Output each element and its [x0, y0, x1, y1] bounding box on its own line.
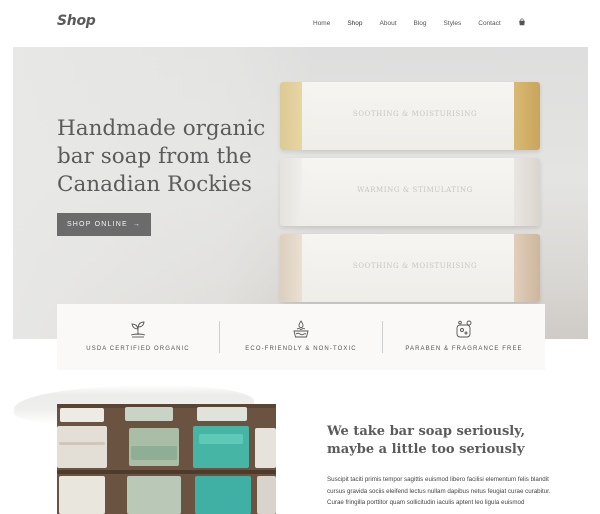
- arrow-right-icon: →: [132, 221, 142, 228]
- feature-label: PARABEN & FRAGRANCE FREE: [405, 346, 523, 352]
- nav-home[interactable]: Home: [313, 20, 330, 27]
- soap-bar: SOOTHING & MOISTURISING: [280, 234, 540, 302]
- soap-stamp: SOOTHING & MOISTURISING: [352, 110, 478, 118]
- soap-bubbles-icon: [456, 320, 472, 338]
- shop-online-button[interactable]: SHOP ONLINE →: [57, 213, 151, 236]
- soap-display-photo: [57, 404, 276, 514]
- hero-banner: SOOTHING & MOISTURISING WARMING & STIMUL…: [13, 47, 588, 339]
- soap-bar: WARMING & STIMULATING: [280, 158, 540, 226]
- nav-contact[interactable]: Contact: [478, 20, 500, 27]
- nav-about[interactable]: About: [380, 20, 397, 27]
- nav-styles[interactable]: Styles: [444, 20, 462, 27]
- feature-label: ECO-FRIENDLY & NON-TOXIC: [245, 346, 357, 352]
- soap-stamp: SOOTHING & MOISTURISING: [352, 262, 478, 270]
- site-header: Shop Home Shop About Blog Styles Contact: [0, 0, 600, 47]
- shop-online-label: SHOP ONLINE: [66, 221, 128, 228]
- shopping-bag-icon[interactable]: [518, 18, 526, 26]
- feature-item: USDA CERTIFIED ORGANIC: [57, 304, 219, 370]
- site-logo[interactable]: Shop: [57, 13, 96, 29]
- soap-stack-image: SOOTHING & MOISTURISING WARMING & STIMUL…: [280, 82, 540, 339]
- feature-label: USDA CERTIFIED ORGANIC: [86, 346, 190, 352]
- hero-title: Handmade organic bar soap from the Canad…: [57, 116, 266, 197]
- sprout-icon: [130, 321, 146, 338]
- features-band: USDA CERTIFIED ORGANIC ECO-FRIENDLY & NO…: [57, 304, 545, 370]
- feature-item: ECO-FRIENDLY & NON-TOXIC: [220, 304, 382, 370]
- soap-bar: SOOTHING & MOISTURISING: [280, 82, 540, 150]
- about-paragraph: Suscipit taciti primis tempor sagittis e…: [327, 476, 551, 506]
- nav-blog[interactable]: Blog: [414, 20, 427, 27]
- water-leaf-icon: [293, 320, 309, 338]
- soap-stamp: WARMING & STIMULATING: [357, 186, 473, 194]
- about-heading: We take bar soap seriously, maybe a litt…: [327, 424, 526, 457]
- nav-shop[interactable]: Shop: [347, 20, 362, 27]
- feature-item: PARABEN & FRAGRANCE FREE: [383, 304, 545, 370]
- main-nav: Home Shop About Blog Styles Contact: [313, 18, 526, 27]
